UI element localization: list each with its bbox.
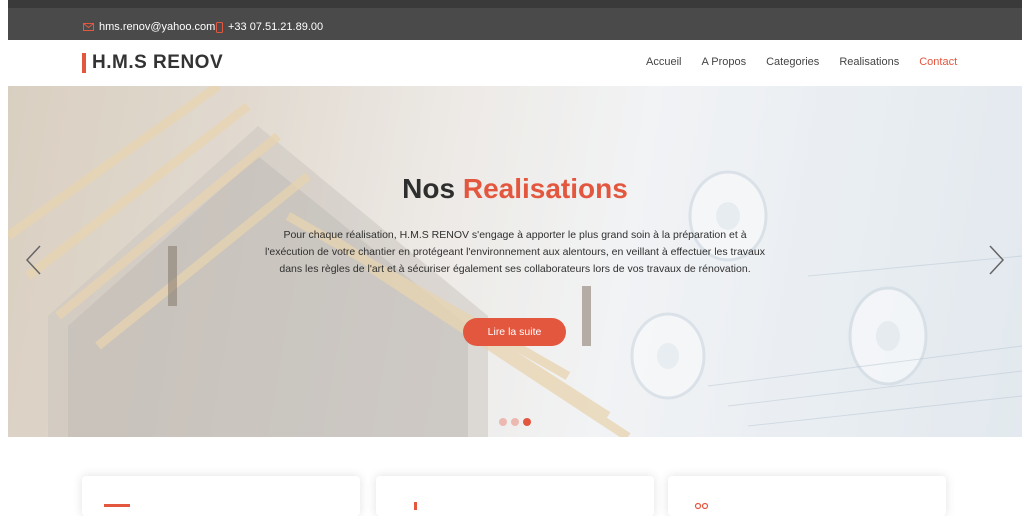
chevron-right-icon[interactable] (986, 244, 1006, 276)
contact-phone[interactable]: +33 07.51.21.89.00 (216, 21, 323, 33)
slider-dot-2[interactable] (511, 418, 519, 426)
feature-card-2 (376, 476, 654, 516)
read-more-button[interactable]: Lire la suite (463, 318, 566, 346)
feature-card-3 (668, 476, 946, 516)
email-text: hms.renov@yahoo.com (99, 21, 216, 33)
feature-card-1 (82, 476, 360, 516)
hero-title-part2: Realisations (462, 173, 628, 204)
chevron-left-icon[interactable] (24, 244, 44, 276)
feature-icon-2 (414, 502, 417, 510)
envelope-icon (83, 23, 94, 31)
nav-accueil[interactable]: Accueil (646, 56, 681, 68)
hero-description: Pour chaque réalisation, H.M.S RENOV s'e… (265, 229, 765, 275)
page: hms.renov@yahoo.com +33 07.51.21.89.00 H… (8, 0, 1022, 516)
contact-email[interactable]: hms.renov@yahoo.com (83, 21, 215, 33)
site-logo[interactable]: H.M.S RENOV (82, 52, 223, 74)
top-bar: hms.renov@yahoo.com +33 07.51.21.89.00 (8, 0, 1022, 40)
hero-slider: Nos Realisations Pour chaque réalisation… (8, 86, 1022, 437)
phone-text: +33 07.51.21.89.00 (228, 21, 324, 33)
nav-contact[interactable]: Contact (919, 56, 957, 68)
main-nav: Accueil A Propos Categories Realisations… (646, 56, 977, 68)
hero-title: Nos Realisations (8, 173, 1022, 205)
phone-icon (216, 21, 223, 33)
slider-dot-3[interactable] (523, 418, 531, 426)
feature-cards (8, 476, 1022, 516)
feature-icon-1 (104, 504, 130, 507)
nav-a-propos[interactable]: A Propos (701, 56, 746, 68)
logo-bar (82, 53, 86, 73)
slider-dots (499, 418, 535, 426)
nav-categories[interactable]: Categories (766, 56, 819, 68)
main-navbar: H.M.S RENOV Accueil A Propos Categories … (8, 40, 1022, 86)
feature-icon-3 (694, 502, 709, 510)
nav-realisations[interactable]: Realisations (839, 56, 899, 68)
logo-text: H.M.S RENOV (92, 52, 224, 73)
slider-dot-1[interactable] (499, 418, 507, 426)
hero-title-part1: Nos (402, 173, 456, 204)
